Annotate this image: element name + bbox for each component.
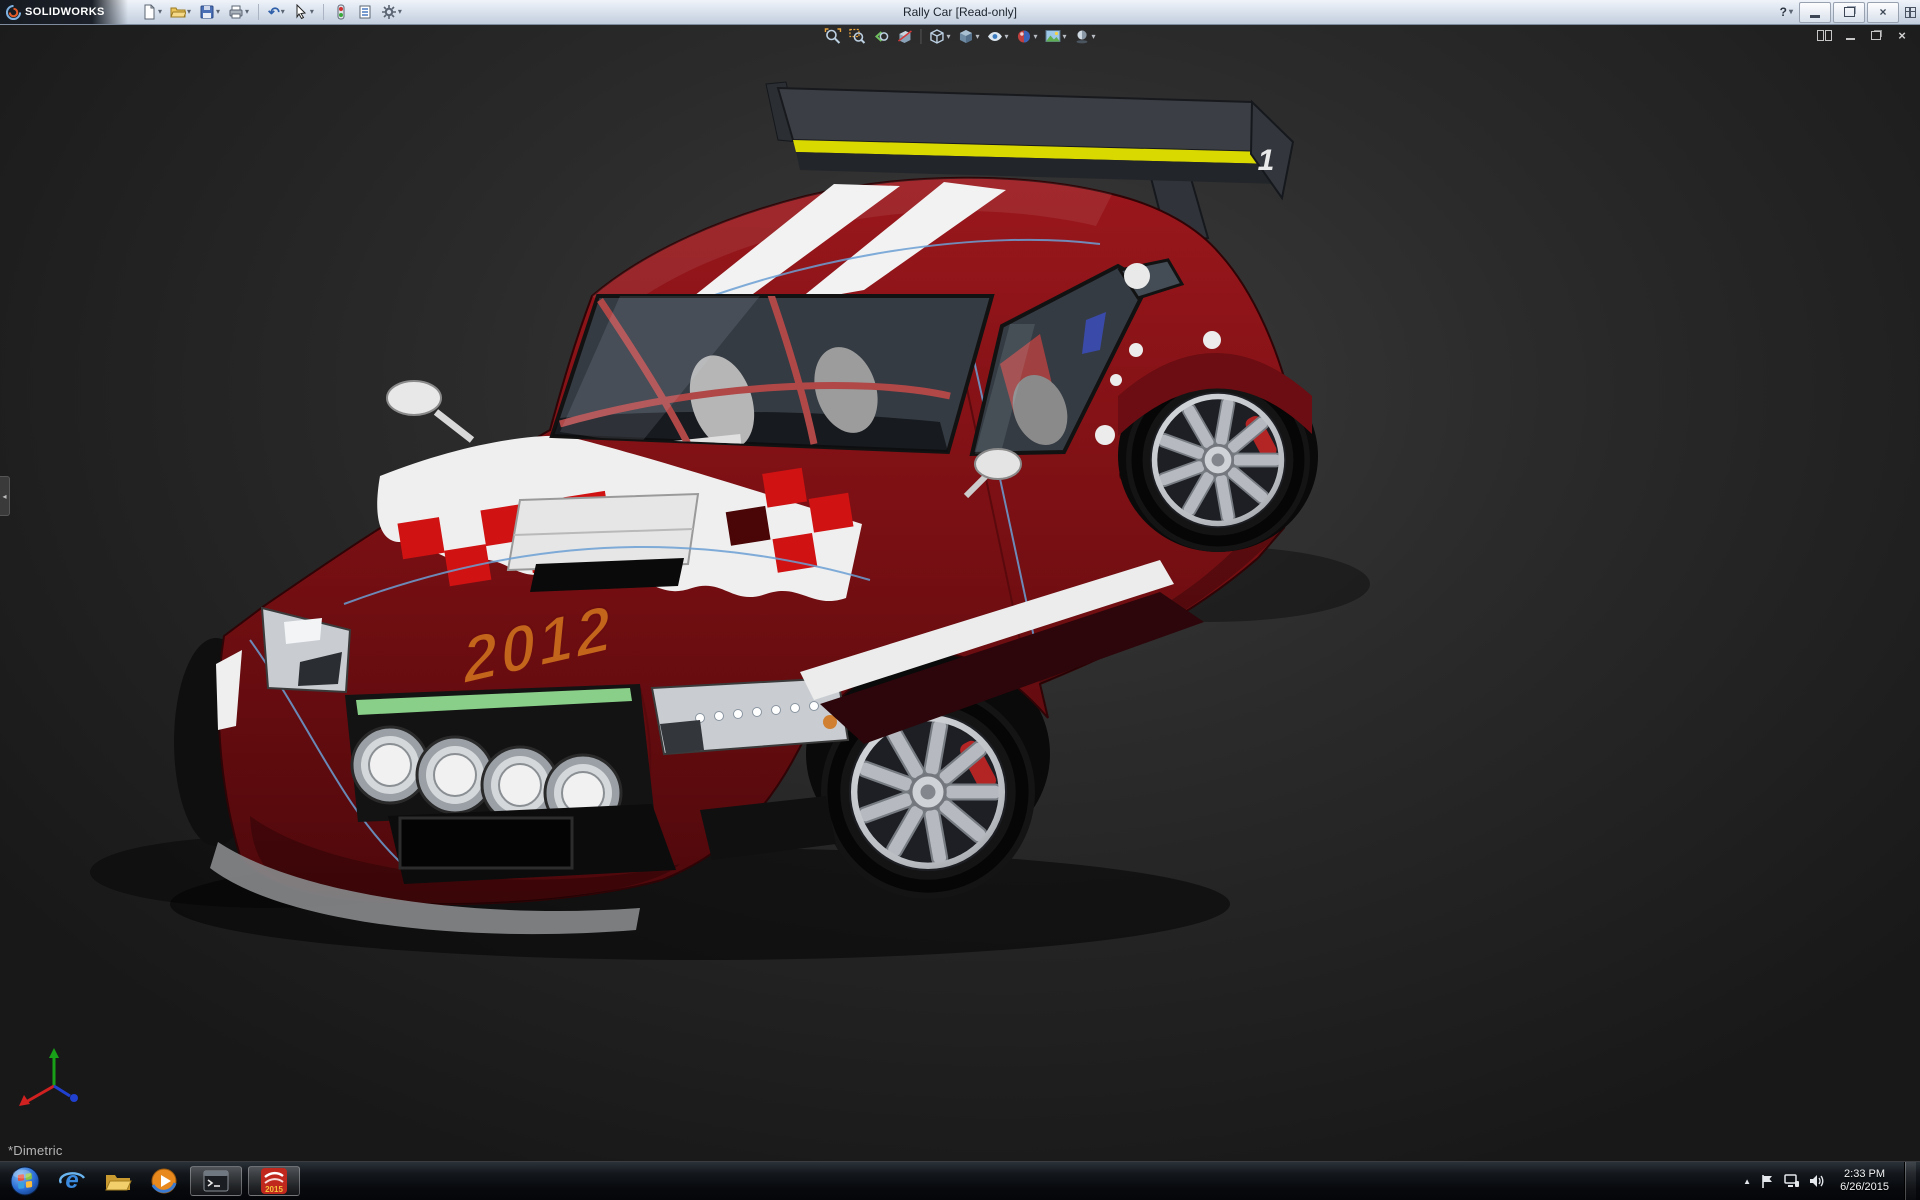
save-floppy-icon: [199, 4, 215, 20]
app-logo: SOLIDWORKS: [0, 0, 128, 24]
clock-time: 2:33 PM: [1840, 1168, 1889, 1181]
solidworks-version-badge: 2015: [265, 1185, 283, 1194]
display-style-cube-icon: [957, 28, 974, 45]
tray-clock[interactable]: 2:33 PM 6/26/2015: [1834, 1168, 1895, 1194]
display-style-button[interactable]: ▾: [954, 26, 982, 47]
zoom-to-area-icon: [848, 28, 865, 45]
document-window-controls: ×: [1814, 27, 1912, 43]
view-settings-button[interactable]: ▾: [1071, 26, 1099, 47]
help-button[interactable]: ? ▾: [1776, 5, 1797, 19]
edit-appearance-button[interactable]: ▾: [1013, 26, 1041, 47]
internet-explorer-icon: e: [58, 1167, 86, 1195]
doc-restore-button[interactable]: [1866, 27, 1886, 43]
folder-icon: [104, 1167, 132, 1195]
restore-button[interactable]: [1833, 2, 1865, 23]
file-properties-button[interactable]: [354, 2, 376, 23]
media-player-button[interactable]: [144, 1166, 184, 1196]
hide-show-eye-icon: [986, 28, 1003, 45]
command-prompt-button[interactable]: [190, 1166, 242, 1196]
clock-date: 6/26/2015: [1840, 1181, 1889, 1194]
network-icon[interactable]: [1784, 1174, 1800, 1188]
viewport-panes-icon: [1817, 30, 1832, 41]
titlebar: SOLIDWORKS ▾ ▾ ▾ ▾ ↶ ▾: [0, 0, 1920, 25]
printer-icon: [228, 4, 244, 20]
view-settings-icon: [1074, 28, 1091, 45]
show-desktop-button[interactable]: [1904, 1162, 1916, 1200]
minimize-icon: [1810, 15, 1820, 18]
start-orb-icon: [9, 1165, 41, 1197]
view-orientation-cube-icon: [928, 28, 945, 45]
open-folder-icon: [170, 4, 186, 20]
doc-restore-icon: [1871, 31, 1881, 40]
heads-up-view-toolbar: ▾ ▾ ▾ ▾ ▾ ▾: [821, 26, 1098, 47]
view-orientation-button[interactable]: ▾: [925, 26, 953, 47]
volume-icon[interactable]: [1809, 1174, 1825, 1188]
doc-close-button[interactable]: ×: [1892, 27, 1912, 43]
options-gear-icon: [381, 4, 397, 20]
windows-explorer-button[interactable]: [98, 1166, 138, 1196]
internet-explorer-button[interactable]: e: [52, 1166, 92, 1196]
doc-minimize-button[interactable]: [1840, 27, 1860, 43]
restore-icon: [1844, 7, 1855, 17]
open-button[interactable]: ▾: [167, 2, 194, 23]
solidworks-taskbar-button[interactable]: 2015: [248, 1166, 300, 1196]
zoom-to-fit-button[interactable]: [821, 26, 844, 47]
section-view-icon: [896, 28, 913, 45]
select-button[interactable]: ▾: [290, 2, 317, 23]
previous-view-icon: [872, 28, 889, 45]
media-player-icon: [150, 1167, 178, 1195]
select-cursor-icon: [293, 4, 309, 20]
doc-minimize-icon: [1846, 38, 1855, 40]
toolbar-options-icon[interactable]: [1905, 7, 1916, 18]
brand-label: SOLIDWORKS: [25, 6, 105, 18]
graphics-area[interactable]: ▾ ▾ ▾ ▾ ▾ ▾: [0, 24, 1920, 1162]
close-icon: ×: [1879, 6, 1886, 18]
wing-number-decal: 1: [1258, 144, 1275, 177]
standard-toolbar: ▾ ▾ ▾ ▾ ↶ ▾ ▾: [138, 2, 405, 23]
apply-scene-button[interactable]: ▾: [1042, 26, 1070, 47]
section-view-button[interactable]: [893, 26, 916, 47]
action-center-flag-icon[interactable]: [1760, 1174, 1775, 1189]
solidworks-app-icon: 2015: [260, 1167, 288, 1195]
rebuild-button[interactable]: [330, 2, 352, 23]
toolbar-separator: [258, 4, 259, 20]
system-tray: ▲ 2:33 PM 6/26/2015: [1743, 1162, 1920, 1200]
zoom-to-area-button[interactable]: [845, 26, 868, 47]
solidworks-window: SOLIDWORKS ▾ ▾ ▾ ▾ ↶ ▾: [0, 0, 1920, 1200]
minimize-button[interactable]: [1799, 2, 1831, 23]
orientation-triad: [14, 1042, 86, 1114]
ds-logo-icon: [6, 5, 21, 20]
hud-separator: [920, 29, 921, 44]
file-properties-icon: [357, 4, 373, 20]
windows-taskbar: e: [0, 1161, 1920, 1200]
new-button[interactable]: ▾: [138, 2, 165, 23]
help-icon: ?: [1780, 5, 1787, 19]
rebuild-stoplight-icon: [333, 4, 349, 20]
command-prompt-icon: [203, 1170, 229, 1192]
undo-button[interactable]: ↶ ▾: [265, 2, 288, 23]
doc-close-icon: ×: [1898, 29, 1906, 42]
close-button[interactable]: ×: [1867, 2, 1899, 23]
rally-car-model[interactable]: 1: [0, 24, 1920, 1162]
edit-appearance-ball-icon: [1016, 28, 1033, 45]
previous-view-button[interactable]: [869, 26, 892, 47]
toolbar-separator: [323, 4, 324, 20]
titlebar-controls: ? ▾ ×: [1776, 2, 1920, 23]
undo-icon: ↶: [268, 5, 280, 19]
viewport-panes-button[interactable]: [1814, 27, 1834, 43]
save-button[interactable]: ▾: [196, 2, 223, 23]
hidden-icons-button[interactable]: ▲: [1743, 1177, 1751, 1186]
taskbar-apps: e: [52, 1166, 300, 1196]
view-orientation-label: *Dimetric: [8, 1143, 63, 1158]
license-plate: [400, 818, 572, 868]
apply-scene-icon: [1045, 28, 1062, 45]
hide-show-items-button[interactable]: ▾: [983, 26, 1011, 47]
print-button[interactable]: ▾: [225, 2, 252, 23]
options-button[interactable]: ▾: [378, 2, 405, 23]
svg-text:e: e: [65, 1167, 78, 1194]
start-button[interactable]: [0, 1162, 50, 1200]
zoom-to-fit-icon: [824, 28, 841, 45]
new-document-icon: [141, 4, 157, 20]
